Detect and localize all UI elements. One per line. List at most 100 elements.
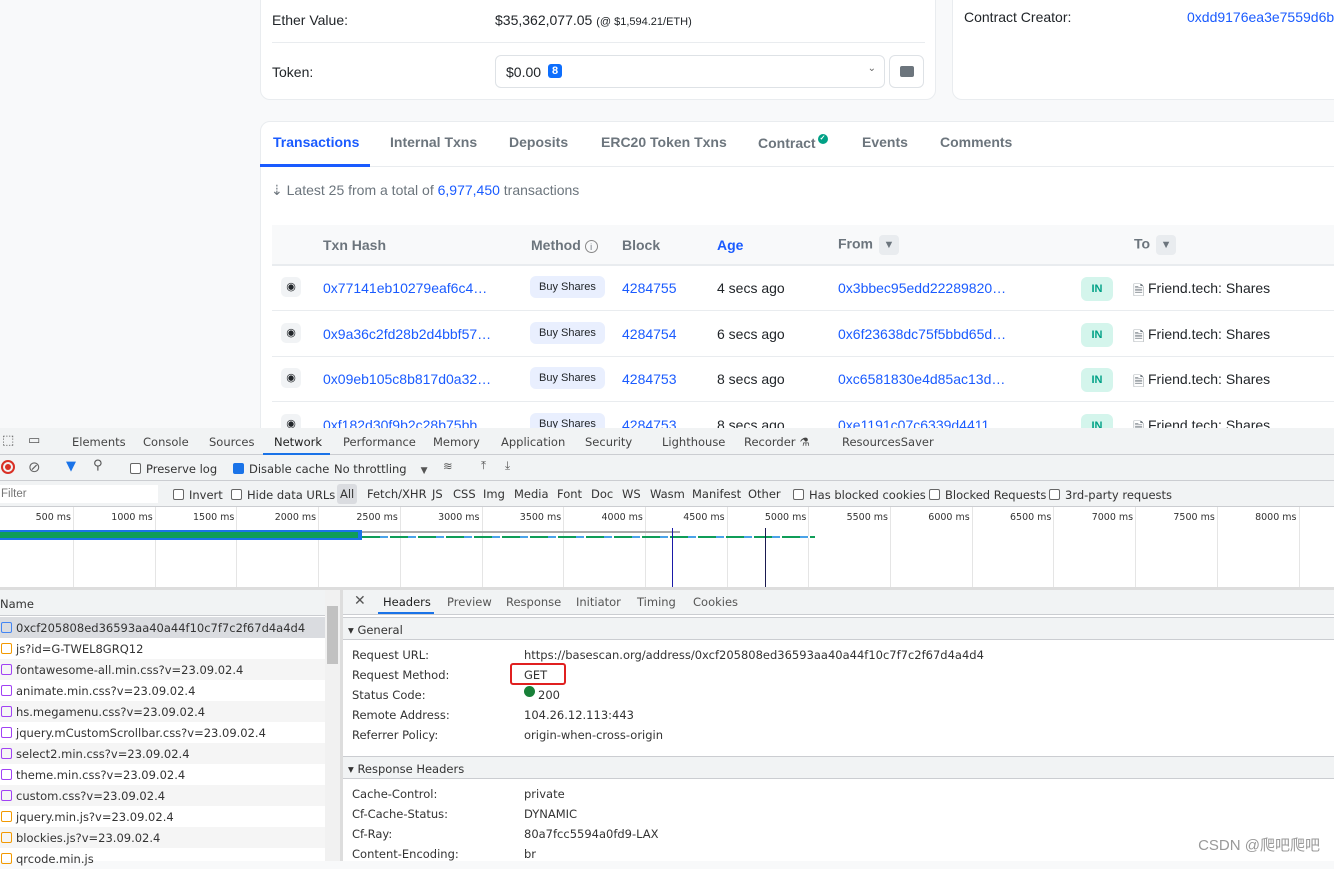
detail-tab-timing[interactable]: Timing xyxy=(637,595,676,609)
filter-type-js[interactable]: JS xyxy=(432,487,443,501)
detail-tab-preview[interactable]: Preview xyxy=(447,595,492,609)
tab-deposits[interactable]: Deposits xyxy=(509,134,568,150)
css-file-icon xyxy=(1,748,12,759)
general-section-toggle[interactable]: ▾ General xyxy=(343,617,1334,640)
devtools-tab-lighthouse[interactable]: Lighthouse xyxy=(662,435,725,449)
throttling-select[interactable]: No throttling ▼ xyxy=(334,462,428,476)
eye-icon[interactable]: ◉ xyxy=(281,322,301,343)
clear-icon[interactable]: ⊘ xyxy=(28,458,41,476)
request-list-scrollbar[interactable] xyxy=(325,590,340,861)
timeline-gridline xyxy=(726,507,728,587)
blocked-requests-checkbox[interactable]: Blocked Requests xyxy=(929,488,1046,502)
eye-icon[interactable]: ◉ xyxy=(281,368,301,388)
filter-funnel-icon[interactable]: ▼ xyxy=(66,459,76,474)
filter-type-fetch-xhr[interactable]: Fetch/XHR xyxy=(367,487,427,501)
filter-icon[interactable]: ▼ xyxy=(1156,235,1177,255)
devtools-tab-resourcessaver[interactable]: ResourcesSaver xyxy=(842,435,934,449)
info-icon[interactable]: i xyxy=(584,240,598,253)
filter-type-font[interactable]: Font xyxy=(557,487,582,501)
devtools-tab-security[interactable]: Security xyxy=(585,435,632,449)
devtools-tab-memory[interactable]: Memory xyxy=(433,435,480,449)
request-row[interactable]: js?id=G-TWEL8GRQ12 xyxy=(0,638,325,659)
third-party-checkbox[interactable]: 3rd-party requests xyxy=(1049,488,1172,502)
devtools-tab-sources[interactable]: Sources xyxy=(209,435,255,449)
contract-creator-link[interactable]: 0xdd9176ea3e7559d6b xyxy=(1187,9,1334,25)
hide-data-urls-checkbox[interactable]: Hide data URLs xyxy=(231,488,335,502)
filter-type-wasm[interactable]: Wasm xyxy=(650,487,685,501)
from-address-link[interactable]: 0xc6581830e4d85ac13d… xyxy=(838,371,1005,387)
filter-icon[interactable]: ▼ xyxy=(879,235,899,255)
request-row[interactable]: blockies.js?v=23.09.02.4 xyxy=(0,827,325,848)
col-age-toggle[interactable]: Age xyxy=(717,237,743,253)
request-row[interactable]: jquery.min.js?v=23.09.02.4 xyxy=(0,806,325,827)
tab-transactions[interactable]: Transactions xyxy=(273,134,359,150)
request-row[interactable]: custom.css?v=23.09.02.4 xyxy=(0,785,325,806)
request-row[interactable]: jquery.mCustomScrollbar.css?v=23.09.02.4 xyxy=(0,722,325,743)
tab-comments[interactable]: Comments xyxy=(940,134,1012,150)
tab-contract[interactable]: Contract ✓ xyxy=(758,134,828,151)
summary-count-link[interactable]: 6,977,450 xyxy=(438,182,500,198)
request-row[interactable]: 0xcf205808ed36593aa40a44f10c7f7c2f67d4a4… xyxy=(0,617,325,638)
timeline-tick-label: 5500 ms xyxy=(846,512,888,523)
name-column-header[interactable]: Name xyxy=(0,590,340,616)
request-row[interactable]: select2.min.css?v=23.09.02.4 xyxy=(0,743,325,764)
table-row: ◉ 0x77141eb10279eaf6c4… Buy Shares 42847… xyxy=(272,266,1334,311)
to-address-link[interactable]: Friend.tech: Shares xyxy=(1148,326,1270,342)
block-link[interactable]: 4284753 xyxy=(622,371,677,387)
request-row[interactable]: qrcode.min.js xyxy=(0,848,325,869)
detail-tab-headers[interactable]: Headers xyxy=(383,595,431,609)
detail-tab-initiator[interactable]: Initiator xyxy=(576,595,621,609)
request-row[interactable]: hs.megamenu.css?v=23.09.02.4 xyxy=(0,701,325,722)
timeline-gridline xyxy=(73,507,74,587)
filter-type-media[interactable]: Media xyxy=(514,487,549,501)
disable-cache-checkbox[interactable]: Disable cache xyxy=(233,462,329,476)
eye-icon[interactable]: ◉ xyxy=(281,277,301,297)
filter-type-all[interactable]: All xyxy=(337,484,358,504)
from-address-link[interactable]: 0x3bbec95edd22289820… xyxy=(838,280,1006,296)
devtools-tab-console[interactable]: Console xyxy=(143,435,189,449)
device-toolbar-icon[interactable]: ▭ xyxy=(28,433,40,448)
filter-bar: Invert Hide data URLs All Fetch/XHR JS CSS I… xyxy=(0,481,1334,507)
block-link[interactable]: 4284755 xyxy=(622,280,677,296)
export-har-icon[interactable]: ⤓ xyxy=(505,458,510,473)
network-conditions-icon[interactable]: ≋ xyxy=(443,459,453,473)
to-address-link[interactable]: Friend.tech: Shares xyxy=(1148,371,1270,387)
filter-type-doc[interactable]: Doc xyxy=(591,487,613,501)
has-blocked-cookies-checkbox[interactable]: Has blocked cookies xyxy=(793,488,926,502)
filter-type-css[interactable]: CSS xyxy=(453,487,476,501)
token-dropdown[interactable]: $0.00 8 ⌄ xyxy=(495,55,885,88)
txn-hash-link[interactable]: 0x77141eb10279eaf6c4… xyxy=(323,280,487,296)
devtools-tab-recorder[interactable]: Recorder ⚗ xyxy=(744,435,810,449)
devtools-tab-elements[interactable]: Elements xyxy=(72,435,126,449)
request-row[interactable]: fontawesome-all.min.css?v=23.09.02.4 xyxy=(0,659,325,680)
txn-hash-link[interactable]: 0x09eb105c8b817d0a32… xyxy=(323,371,491,387)
wallet-button[interactable] xyxy=(889,55,924,88)
tab-events[interactable]: Events xyxy=(862,134,908,150)
request-row[interactable]: animate.min.css?v=23.09.02.4 xyxy=(0,680,325,701)
response-headers-section-toggle[interactable]: ▾ Response Headers xyxy=(343,756,1334,779)
devtools-tab-network[interactable]: Network xyxy=(274,435,322,449)
filter-type-other[interactable]: Other xyxy=(748,487,781,501)
block-link[interactable]: 4284754 xyxy=(622,326,677,342)
filter-type-ws[interactable]: WS xyxy=(622,487,641,501)
invert-checkbox[interactable]: Invert xyxy=(173,488,223,502)
to-address-link[interactable]: Friend.tech: Shares xyxy=(1148,280,1270,296)
import-har-icon[interactable]: ⤒ xyxy=(481,458,486,473)
tab-erc20-token-txns[interactable]: ERC20 Token Txns xyxy=(601,134,727,150)
filter-input[interactable] xyxy=(0,485,158,503)
tab-internal-txns[interactable]: Internal Txns xyxy=(390,134,477,150)
search-icon[interactable]: ⚲ xyxy=(93,458,103,473)
close-icon[interactable]: ✕ xyxy=(354,593,366,609)
filter-type-manifest[interactable]: Manifest xyxy=(692,487,741,501)
filter-type-img[interactable]: Img xyxy=(483,487,505,501)
detail-tab-cookies[interactable]: Cookies xyxy=(693,595,738,609)
from-address-link[interactable]: 0x6f23638dc75f5bbd65d… xyxy=(838,326,1006,342)
request-row[interactable]: theme.min.css?v=23.09.02.4 xyxy=(0,764,325,785)
inspect-element-icon[interactable]: ⬚ xyxy=(2,433,14,448)
record-stop-icon[interactable] xyxy=(1,460,15,474)
devtools-tab-application[interactable]: Application xyxy=(501,435,565,449)
txn-hash-link[interactable]: 0x9a36c2fd28b2d4bbf57… xyxy=(323,326,491,342)
devtools-tab-performance[interactable]: Performance xyxy=(343,435,416,449)
detail-tab-response[interactable]: Response xyxy=(506,595,561,609)
preserve-log-checkbox[interactable]: Preserve log xyxy=(130,462,217,476)
